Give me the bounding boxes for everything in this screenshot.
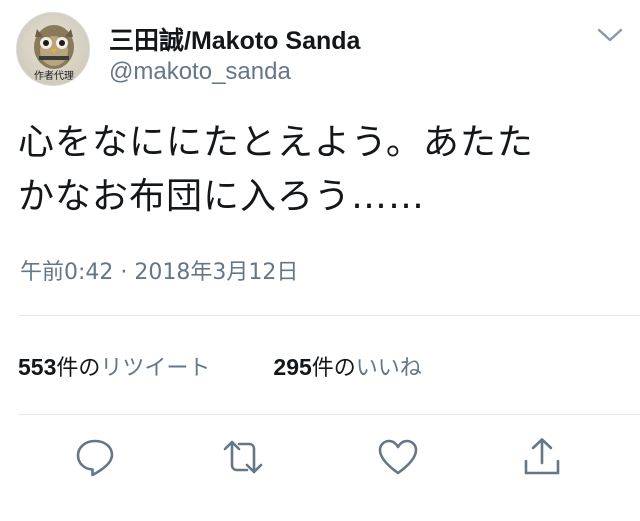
display-name[interactable]: 三田誠/Makoto Sanda xyxy=(109,21,360,57)
retweet-count: 553 xyxy=(18,354,57,380)
share-icon xyxy=(524,438,560,475)
share-button[interactable] xyxy=(517,432,567,482)
like-count-unit: 件の xyxy=(311,356,356,381)
like-label: いいね xyxy=(355,356,422,381)
retweet-label: リツイート xyxy=(100,356,211,381)
retweet-button[interactable] xyxy=(218,432,268,482)
tweet-actions xyxy=(0,432,640,492)
tweet-line-1: 心をなににたとえよう。あたた xyxy=(18,122,534,163)
owl-avatar-icon: 作者代理 xyxy=(34,25,74,82)
divider xyxy=(18,315,640,316)
user-handle[interactable]: @makoto_sanda xyxy=(109,58,291,86)
like-button[interactable] xyxy=(373,432,423,482)
reply-button[interactable] xyxy=(70,432,120,482)
heart-icon xyxy=(378,439,418,475)
tweet-header: 作者代理 三田誠/Makoto Sanda @makoto_sanda xyxy=(16,12,628,88)
reply-icon xyxy=(76,439,114,477)
tweet-line-2: かなお布団に入ろう…… xyxy=(18,176,426,217)
retweet-count-link[interactable]: 553件のリツイート xyxy=(18,350,210,382)
tweet-stats: 553件のリツイート 295件のいいね xyxy=(18,350,478,382)
avatar-caption: 作者代理 xyxy=(34,70,74,82)
more-menu-button[interactable] xyxy=(596,24,624,46)
retweet-count-unit: 件の xyxy=(56,356,101,381)
retweet-icon xyxy=(223,440,263,474)
divider xyxy=(18,414,640,415)
like-count-link[interactable]: 295件のいいね xyxy=(273,350,421,382)
tweet-text: 心をなににたとえよう。あたた かなお布団に入ろう…… xyxy=(18,116,618,224)
chevron-down-icon xyxy=(597,28,623,42)
tweet-timestamp[interactable]: 午前0:42 · 2018年3月12日 xyxy=(20,254,298,286)
like-count: 295 xyxy=(273,354,312,380)
avatar[interactable]: 作者代理 xyxy=(16,12,90,86)
